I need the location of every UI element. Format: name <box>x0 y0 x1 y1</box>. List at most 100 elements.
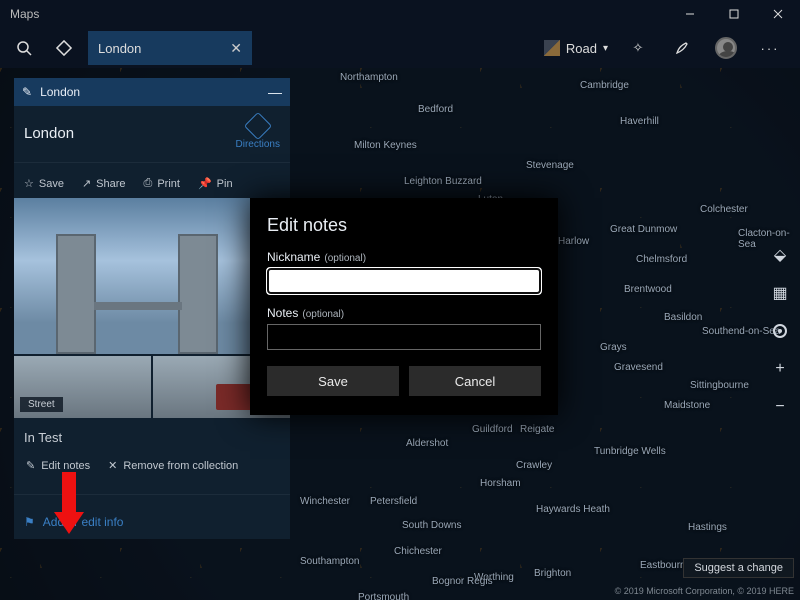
share-button[interactable]: ↗ Share <box>76 173 132 194</box>
street-badge: Street <box>20 397 63 412</box>
map-label: Petersfield <box>370 496 417 507</box>
compass-icon[interactable]: ⬙ <box>769 244 791 266</box>
nickname-label: Nickname (optional) <box>267 250 541 264</box>
map-label: Cambridge <box>580 80 629 91</box>
map-label: Sittingbourne <box>690 380 749 391</box>
map-label: Portsmouth <box>358 592 409 600</box>
map-label: Basildon <box>664 312 702 323</box>
tilt-icon[interactable]: ▦ <box>769 282 791 304</box>
pin-icon: 📌 <box>198 177 212 190</box>
directions-label: Directions <box>236 139 280 150</box>
notes-label: Notes (optional) <box>267 306 541 320</box>
dialog-save-button[interactable]: Save <box>267 366 399 396</box>
map-label: Stevenage <box>526 160 574 171</box>
share-icon: ↗ <box>82 177 91 190</box>
place-photo-hero[interactable] <box>14 198 290 354</box>
more-menu-button[interactable]: ··· <box>750 28 790 68</box>
panel-header[interactable]: ✎ London — <box>14 78 290 106</box>
map-label: Guildford <box>472 424 513 435</box>
add-or-edit-info-link[interactable]: ⚑ Add or edit info <box>14 505 290 539</box>
main: Northampton Cambridge Bedford Milton Key… <box>0 68 800 600</box>
save-button[interactable]: ☆ Save <box>18 173 70 194</box>
star-icon: ☆ <box>24 177 34 190</box>
edit-notes-button[interactable]: ✎ Edit notes <box>20 455 96 476</box>
edit-notes-label: Edit notes <box>41 460 90 472</box>
ink-icon[interactable] <box>662 28 702 68</box>
map-label: Aldershot <box>406 438 448 449</box>
map-label: Chichester <box>394 546 442 557</box>
plus-flag-icon: ⚑ <box>24 515 35 529</box>
place-photo-street[interactable]: Street <box>14 356 151 418</box>
zoom-in-button[interactable]: + <box>769 358 791 380</box>
print-icon: ⎙ <box>144 177 153 190</box>
nickname-input[interactable] <box>267 268 541 294</box>
divider <box>14 162 290 163</box>
map-label: Brighton <box>534 568 571 579</box>
map-style-label: Road <box>566 41 597 56</box>
directions-button[interactable]: Directions <box>236 116 280 150</box>
map-tools: ⬙ ▦ + − <box>766 244 794 418</box>
map-label: Leighton Buzzard <box>404 176 482 187</box>
pin-button[interactable]: 📌 Pin <box>192 173 239 194</box>
share-label: Share <box>96 178 125 190</box>
window-minimize-button[interactable] <box>668 0 712 28</box>
place-panel: ✎ London — London Directions ☆ Save ↗ Shar… <box>14 78 290 539</box>
window-maximize-button[interactable] <box>712 0 756 28</box>
dialog-title: Edit notes <box>267 215 541 236</box>
pencil-icon: ✎ <box>22 85 32 99</box>
map-label: Haverhill <box>620 116 659 127</box>
collection-section-title: In Test <box>14 418 290 451</box>
place-photo-row: Street <box>14 356 290 418</box>
window-close-button[interactable] <box>756 0 800 28</box>
map-label: Hastings <box>688 522 727 533</box>
pin-label: Pin <box>217 178 233 190</box>
favorites-icon[interactable]: ✧ <box>618 28 658 68</box>
chevron-down-icon: ▾ <box>603 43 608 54</box>
directions-icon <box>244 112 272 140</box>
avatar-icon <box>715 37 737 59</box>
map-label: Bedford <box>418 104 453 115</box>
map-label: Bognor Regis <box>432 576 493 587</box>
map-label: Chelmsford <box>636 254 687 265</box>
divider <box>14 494 290 495</box>
search-tab-label: London <box>98 41 141 56</box>
search-icon[interactable] <box>4 28 44 68</box>
dialog-cancel-button[interactable]: Cancel <box>409 366 541 396</box>
panel-minimize-icon[interactable]: — <box>268 84 282 100</box>
edit-notes-dialog: Edit notes Nickname (optional) Notes (op… <box>250 198 558 415</box>
suggest-change-button[interactable]: Suggest a change <box>683 558 794 578</box>
search-tab[interactable]: London ✕ <box>88 31 252 65</box>
zoom-out-button[interactable]: − <box>769 396 791 418</box>
titlebar: Maps <box>0 0 800 28</box>
map-label: Winchester <box>300 496 350 507</box>
map-label: Colchester <box>700 204 748 215</box>
pencil-icon: ✎ <box>26 459 35 472</box>
map-label: Northampton <box>340 72 398 83</box>
map-label: Crawley <box>516 460 552 471</box>
map-label: Gravesend <box>614 362 663 373</box>
print-label: Print <box>157 178 180 190</box>
map-style-swatch-icon <box>544 40 560 56</box>
map-label: Brentwood <box>624 284 672 295</box>
map-attribution: © 2019 Microsoft Corporation, © 2019 HER… <box>615 586 794 596</box>
add-info-label: Add or edit info <box>43 515 124 529</box>
locate-me-button[interactable] <box>769 320 791 342</box>
map-style-button[interactable]: Road ▾ <box>538 32 614 64</box>
map-label: Reigate <box>520 424 554 435</box>
close-icon: ✕ <box>108 459 117 472</box>
directions-tool-icon[interactable] <box>44 28 84 68</box>
print-button[interactable]: ⎙ Print <box>138 173 186 194</box>
app-title: Maps <box>10 7 39 21</box>
close-tab-icon[interactable]: ✕ <box>230 40 242 57</box>
remove-label: Remove from collection <box>123 460 238 472</box>
toolbar: London ✕ Road ▾ ✧ ··· <box>0 28 800 68</box>
map-label: Horsham <box>480 478 521 489</box>
notes-input[interactable] <box>267 324 541 350</box>
remove-from-collection-button[interactable]: ✕ Remove from collection <box>102 455 244 476</box>
panel-header-title: London <box>40 85 80 99</box>
map-label: Maidstone <box>664 400 710 411</box>
map-label: Southampton <box>300 556 360 567</box>
account-button[interactable] <box>706 28 746 68</box>
save-label: Save <box>39 178 64 190</box>
map-label: Tunbridge Wells <box>594 446 666 457</box>
